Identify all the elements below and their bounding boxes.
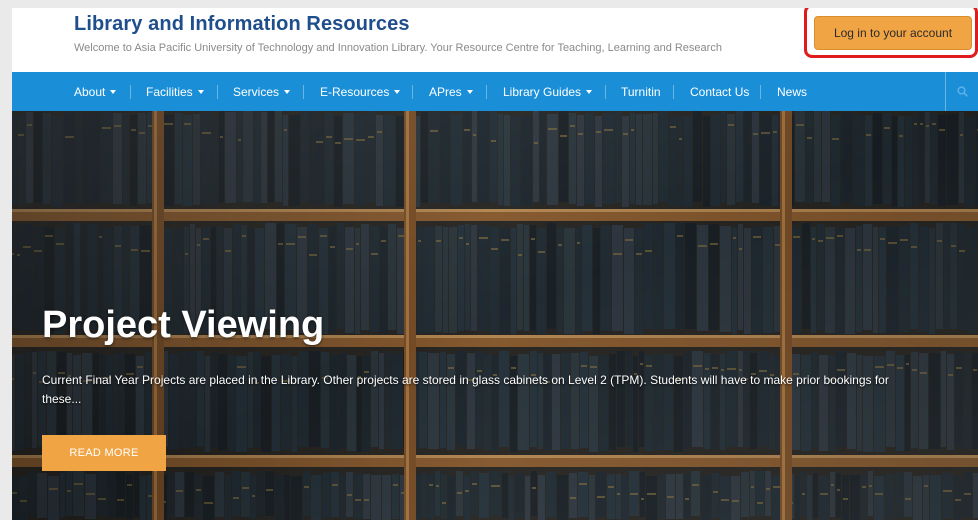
caret-down-icon — [586, 89, 593, 94]
nav-item-apres[interactable]: APres — [429, 72, 473, 111]
caret-down-icon — [284, 89, 291, 94]
nav-item-library-guides[interactable]: Library Guides — [503, 72, 593, 111]
nav-label: APres — [429, 84, 462, 99]
read-more-button[interactable]: READ MORE — [42, 435, 166, 471]
nav-item-turnitin[interactable]: Turnitin — [621, 72, 661, 111]
nav-item-facilities[interactable]: Facilities — [146, 72, 204, 111]
nav-label: News — [777, 84, 808, 99]
hero-slider: Project Viewing Current Final Year Proje… — [12, 111, 978, 520]
nav-item-e-resources[interactable]: E-Resources — [320, 72, 401, 111]
nav-separator — [760, 85, 761, 99]
main-nav: About Facilities Services E-Resources AP… — [12, 72, 978, 111]
search-button[interactable] — [945, 72, 978, 111]
nav-label: Turnitin — [621, 84, 661, 99]
nav-separator — [217, 85, 218, 99]
nav-label: Library Guides — [503, 84, 582, 99]
nav-separator — [412, 85, 413, 99]
caret-down-icon — [197, 89, 204, 94]
page: Library and Information Resources Welcom… — [12, 8, 978, 520]
login-button[interactable]: Log in to your account — [814, 16, 972, 50]
nav-label: Services — [233, 84, 280, 99]
hero-description: Current Final Year Projects are placed i… — [42, 373, 889, 406]
site-tagline: Welcome to Asia Pacific University of Te… — [74, 42, 722, 54]
nav-separator — [303, 85, 304, 99]
nav-item-services[interactable]: Services — [233, 72, 291, 111]
nav-separator — [605, 85, 606, 99]
nav-item-news[interactable]: News — [777, 72, 807, 111]
nav-item-about[interactable]: About — [74, 72, 117, 111]
caret-down-icon — [110, 89, 117, 94]
site-title[interactable]: Library and Information Resources — [74, 13, 410, 36]
search-icon — [956, 86, 968, 97]
nav-label: E-Resources — [320, 84, 390, 99]
nav-label: About — [74, 84, 106, 99]
nav-separator — [673, 85, 674, 99]
caret-down-icon — [394, 89, 401, 94]
nav-item-contact-us[interactable]: Contact Us — [690, 72, 749, 111]
hero-title: Project Viewing — [42, 304, 325, 346]
site-header: Library and Information Resources Welcom… — [12, 8, 978, 72]
caret-down-icon — [466, 89, 473, 94]
nav-label: Contact Us — [690, 84, 750, 99]
nav-separator — [130, 85, 131, 99]
nav-label: Facilities — [146, 84, 193, 99]
nav-separator — [486, 85, 487, 99]
